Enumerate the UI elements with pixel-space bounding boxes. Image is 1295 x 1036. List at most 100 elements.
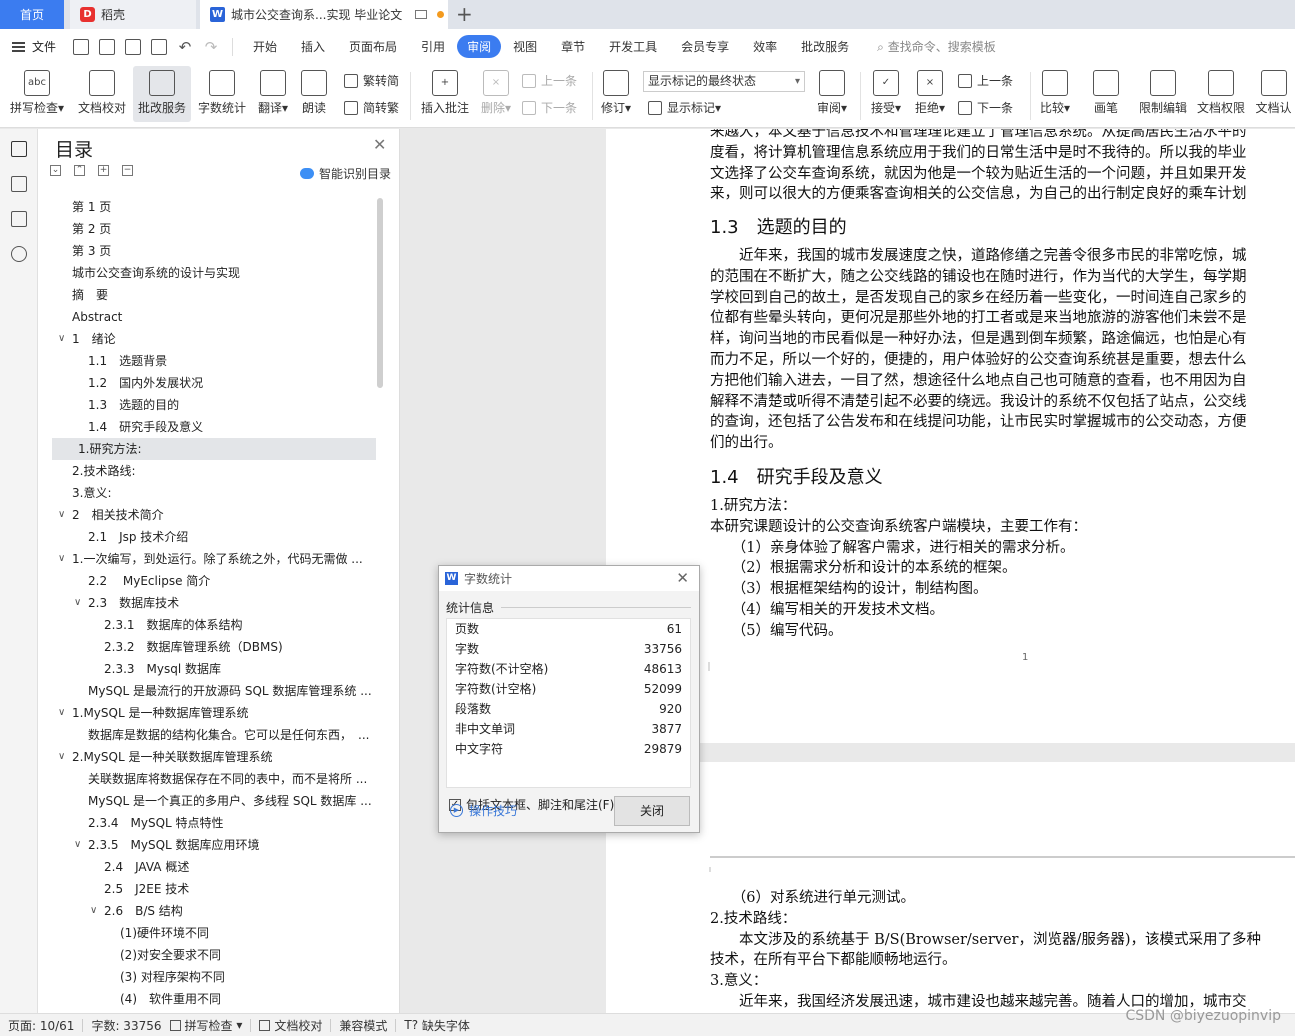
to-simplified-button[interactable]: 简转繁 (344, 99, 399, 116)
toc-item[interactable]: ∨ 2.MySQL 是一种关联数据库管理系统 (38, 746, 383, 768)
toc-item[interactable]: (2)对安全要求不同 (38, 944, 383, 966)
new-tab-plus-icon[interactable]: + (456, 2, 473, 26)
toc-item[interactable]: 关联数据库将数据保存在不同的表中，而不是将所 ... (38, 768, 383, 790)
menu-tab-layout[interactable]: 页面布局 (337, 38, 409, 55)
correction-service-button[interactable]: 批改服务 (133, 66, 191, 122)
toc-scrollbar[interactable] (377, 198, 383, 388)
toc-item[interactable]: Abstract (38, 306, 383, 328)
chevron-down-icon[interactable]: ∨ (58, 702, 65, 724)
toc-item[interactable]: ∨ 2.6 B/S 结构 (38, 900, 383, 922)
doc-check-button[interactable]: 文档校对 (74, 66, 130, 122)
page-indicator[interactable]: 页面: 10/61 (8, 1017, 74, 1034)
toc-item[interactable]: 第 3 页 (38, 240, 383, 262)
toc-item[interactable]: 第 1 页 (38, 196, 383, 218)
toc-item[interactable]: 1.3 选题的目的 (38, 394, 383, 416)
toc-item[interactable]: ∨ 2.3 数据库技术 (38, 592, 383, 614)
menu-tab-chapter[interactable]: 章节 (549, 38, 597, 55)
toc-item[interactable]: ∨ 2.3.5 MySQL 数据库应用环境 (38, 834, 383, 856)
read-aloud-button[interactable]: 朗读 (296, 66, 332, 122)
toc-item[interactable]: 2.技术路线: (38, 460, 383, 482)
menu-tab-insert[interactable]: 插入 (289, 38, 337, 55)
status-doc-check[interactable]: 文档校对 (259, 1017, 322, 1034)
menu-tab-start[interactable]: 开始 (241, 38, 289, 55)
toc-item[interactable]: 第 2 页 (38, 218, 383, 240)
chevron-down-icon[interactable]: ∨ (74, 592, 81, 614)
menu-tab-references[interactable]: 引用 (409, 38, 457, 55)
tips-link[interactable]: ▶ 操作技巧 (450, 802, 517, 819)
file-menu[interactable]: 文件 (0, 38, 68, 55)
toc-item[interactable]: 2.5 J2EE 技术 (38, 878, 383, 900)
toc-item[interactable]: (3) 对程序架构不同 (38, 966, 383, 988)
doc-certify-button[interactable]: 文档认 (1252, 66, 1295, 122)
ink-button[interactable]: 画笔 (1088, 66, 1124, 122)
toc-item[interactable]: ∨ 2 相关技术简介 (38, 504, 383, 526)
accept-button[interactable]: ✓ 接受▾ (866, 66, 906, 122)
chevron-down-icon[interactable]: ∨ (58, 746, 65, 768)
chevron-down-icon[interactable]: ∨ (74, 834, 81, 856)
toc-item[interactable]: 1.2 国内外发展状况 (38, 372, 383, 394)
show-markup-button[interactable]: 显示标记 ▾ (648, 99, 721, 116)
smart-toc-button[interactable]: 智能识别目录 (300, 165, 391, 182)
toc-item[interactable]: 3.意义: (38, 482, 383, 504)
reject-button[interactable]: × 拒绝▾ (910, 66, 950, 122)
toc-item[interactable]: 2.2 MyEclipse 简介 (38, 570, 383, 592)
menu-tab-correction[interactable]: 批改服务 (789, 38, 861, 55)
remove-heading-icon[interactable]: − (122, 165, 133, 176)
toc-item[interactable]: 数据库是数据的结构化集合。它可以是任何东西， ... (38, 724, 383, 746)
toc-item[interactable]: (4) 软件重用不同 (38, 988, 383, 1010)
toc-item[interactable]: 2.3.1 数据库的体系结构 (38, 614, 383, 636)
review-pane-button[interactable]: 审阅▾ (812, 66, 852, 122)
bookmark-icon[interactable] (10, 211, 27, 227)
toc-item[interactable]: 2.3.4 MySQL 特点特性 (38, 812, 383, 834)
toc-item[interactable]: MySQL 是一个真正的多用户、多线程 SQL 数据库 ... (38, 790, 383, 812)
compare-button[interactable]: 比较▾ (1034, 66, 1076, 122)
toc-item[interactable]: 1.4 研究手段及意义 (38, 416, 383, 438)
chevron-down-icon[interactable]: ∨ (58, 504, 65, 526)
toc-item[interactable]: 1.1 选题背景 (38, 350, 383, 372)
close-icon[interactable]: ✕ (373, 135, 386, 154)
save-icon[interactable] (73, 38, 89, 55)
menu-tab-member[interactable]: 会员专享 (669, 38, 741, 55)
next-comment-button[interactable]: 下一条 (522, 99, 577, 116)
chevron-down-icon[interactable]: ∨ (58, 328, 65, 350)
toc-item[interactable]: ∨ 1 绪论 (38, 328, 383, 350)
search-icon[interactable] (10, 246, 27, 262)
toc-item[interactable]: ∨ 1.MySQL 是一种数据库管理系统 (38, 702, 383, 724)
tab-home[interactable]: 首页 (0, 0, 64, 29)
restrict-edit-button[interactable]: 限制编辑 (1136, 66, 1190, 122)
word-count-button[interactable]: 字数统计 (194, 66, 250, 122)
dialog-titlebar[interactable]: W 字数统计 ✕ (439, 566, 699, 590)
toc-item[interactable]: (1)硬件环境不同 (38, 922, 383, 944)
prev-comment-button[interactable]: 上一条 (522, 72, 577, 89)
missing-font[interactable]: T? 缺失字体 (404, 1017, 470, 1034)
close-button[interactable]: 关闭 (614, 796, 690, 826)
chapter-panel-icon[interactable] (10, 176, 27, 192)
doc-permission-button[interactable]: 文档权限 (1194, 66, 1248, 122)
print-icon[interactable] (125, 38, 141, 55)
menu-tab-view[interactable]: 视图 (501, 38, 549, 55)
toc-item[interactable]: 2.1 Jsp 技术介绍 (38, 526, 383, 548)
print-preview-icon[interactable] (151, 38, 167, 55)
menu-tab-review[interactable]: 审阅 (457, 35, 502, 58)
add-heading-icon[interactable]: + (98, 165, 109, 176)
prev-change-button[interactable]: 上一条 (958, 72, 1013, 89)
toc-item[interactable]: 摘 要 (38, 284, 383, 306)
tab-daoke[interactable]: D 稻壳 (70, 0, 196, 29)
translate-button[interactable]: 翻译▾ (253, 66, 293, 122)
toc-item-selected[interactable]: 1.研究方法: (52, 438, 376, 460)
close-icon[interactable]: ✕ (676, 569, 689, 587)
menu-tab-developer[interactable]: 开发工具 (597, 38, 669, 55)
chevron-down-icon[interactable]: ∨ (90, 900, 97, 922)
command-search[interactable]: ⌕ 查找命令、搜索模板 (877, 38, 996, 55)
tab-document[interactable]: W 城市公交查询系...实现 毕业论文 (200, 0, 448, 29)
to-traditional-button[interactable]: 繁转简 (344, 72, 399, 89)
export-pdf-icon[interactable] (99, 38, 115, 55)
spell-check-button[interactable]: abc 拼写检查▾ (6, 66, 68, 122)
toc-item[interactable]: MySQL 是最流行的开放源码 SQL 数据库管理系统 ... (38, 680, 383, 702)
menu-tab-efficiency[interactable]: 效率 (741, 38, 789, 55)
insert-comment-button[interactable]: + 插入批注 (418, 66, 472, 122)
expand-all-icon[interactable]: ⌄ (50, 165, 61, 176)
next-change-button[interactable]: 下一条 (958, 99, 1013, 116)
undo-icon[interactable]: ↶ (177, 39, 193, 55)
redo-icon[interactable]: ↷ (203, 39, 219, 55)
